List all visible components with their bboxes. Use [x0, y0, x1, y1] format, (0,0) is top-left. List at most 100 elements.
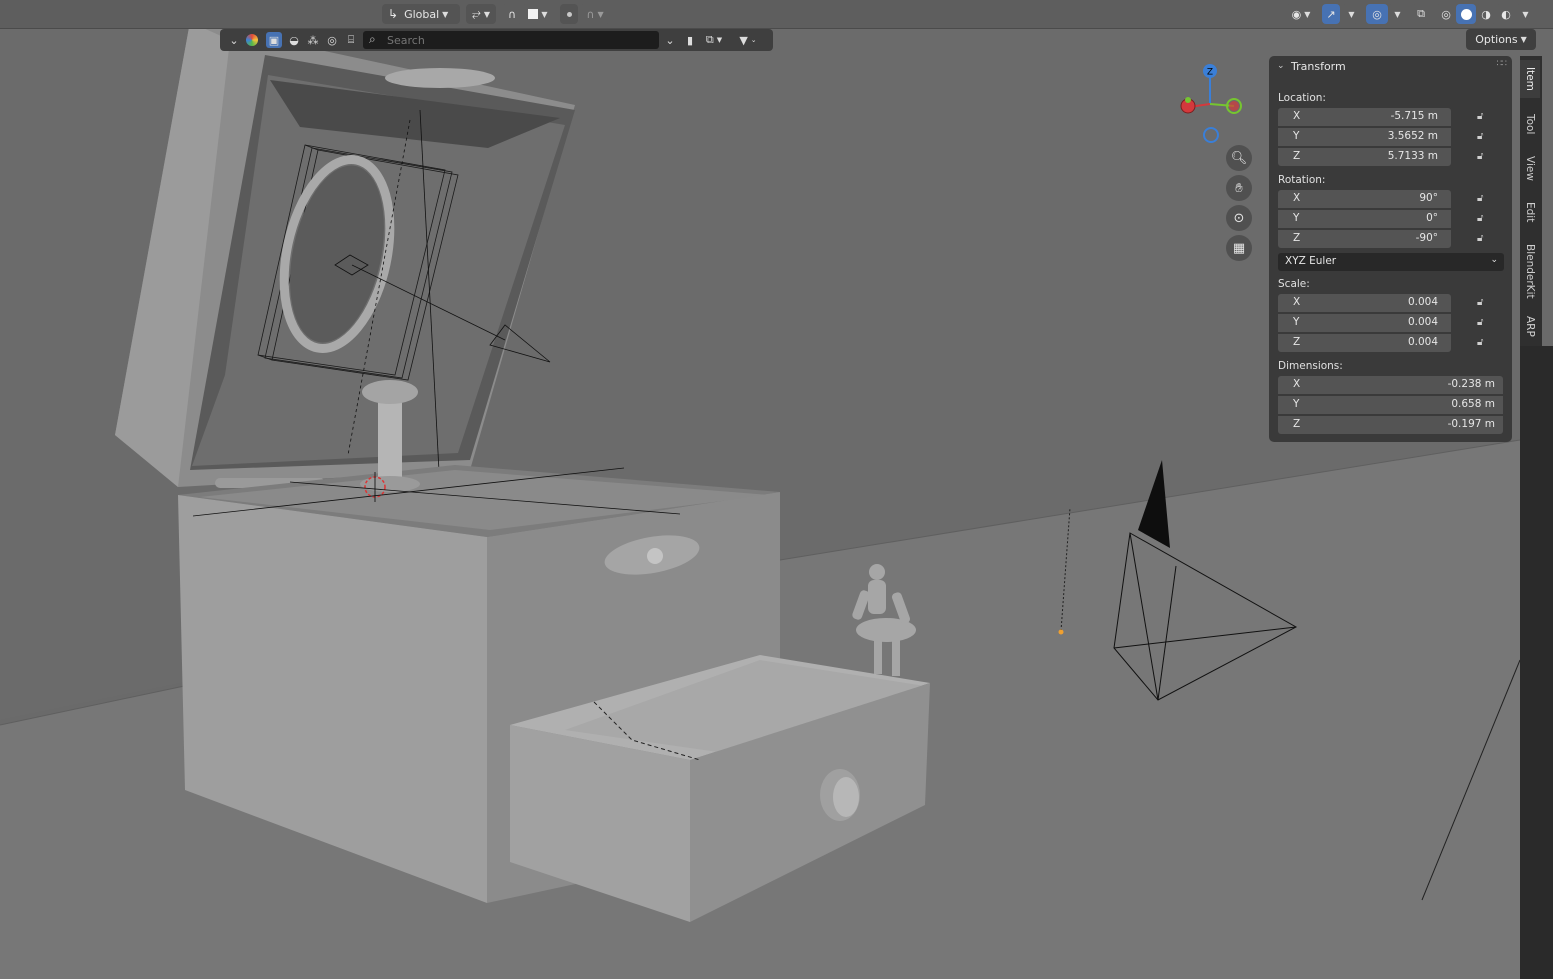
- drag-handle-icon[interactable]: ∷∷: [1497, 59, 1508, 69]
- location-x-field[interactable]: X -5.715 m: [1278, 108, 1451, 126]
- chevron-down-icon: ▼: [1304, 9, 1311, 19]
- field-value: 0.658 m: [1451, 398, 1495, 410]
- search-input[interactable]: [387, 31, 647, 49]
- overlays-dropdown[interactable]: ▼: [1388, 4, 1404, 24]
- search-field[interactable]: ⌕: [363, 31, 659, 49]
- orientation-axes-icon: ↳: [388, 7, 399, 21]
- gizmo-neg-z-ball[interactable]: [1203, 127, 1219, 143]
- scene-filter-icon[interactable]: ⌸: [343, 32, 359, 48]
- dimensions-label: Dimensions:: [1278, 360, 1343, 372]
- options-label: Options: [1475, 33, 1518, 46]
- tab-edit[interactable]: Edit: [1520, 192, 1540, 232]
- scale-y-field[interactable]: Y 0.004: [1278, 314, 1451, 332]
- drawer-knob-face: [833, 777, 859, 817]
- transform-orientation-dropdown[interactable]: ↳ Global ▼: [382, 4, 460, 24]
- perspective-grid-icon[interactable]: ▦: [1226, 235, 1252, 261]
- color-sphere-icon[interactable]: [244, 32, 260, 48]
- visibility-dropdown[interactable]: ◉ ▼: [1286, 4, 1316, 24]
- lock-icon[interactable]: 🔓︎: [1477, 317, 1491, 331]
- search-icon: ⌕: [369, 32, 376, 46]
- chevron-down-icon: ▼: [597, 9, 604, 19]
- snap-toggle[interactable]: ∩: [502, 4, 522, 24]
- axis-label: X: [1293, 192, 1301, 204]
- world-filter-icon[interactable]: ◎: [324, 32, 340, 48]
- location-y-field[interactable]: Y 3.5652 m: [1278, 128, 1451, 146]
- xray-icon: ⧉: [1417, 7, 1425, 20]
- lock-icon[interactable]: 🔓︎: [1477, 111, 1491, 125]
- lock-icon[interactable]: 🔓︎: [1477, 131, 1491, 145]
- location-z-field[interactable]: Z 5.7133 m: [1278, 148, 1451, 166]
- spindle-top: [362, 380, 418, 404]
- scale-z-field[interactable]: Z 0.004: [1278, 334, 1451, 352]
- axis-label: Y: [1293, 398, 1300, 410]
- rotation-mode-value: XYZ Euler: [1285, 255, 1337, 267]
- eye-icon: ◉: [1291, 7, 1302, 21]
- dimensions-x-field[interactable]: X -0.238 m: [1278, 376, 1503, 394]
- material-shading-button[interactable]: ◑: [1476, 4, 1496, 24]
- lock-icon[interactable]: 🔓︎: [1477, 337, 1491, 351]
- axis-label: Z: [1293, 232, 1301, 244]
- wireframe-shading-button[interactable]: ◎: [1436, 4, 1456, 24]
- axis-label: Z: [1293, 418, 1301, 430]
- field-value: -5.715 m: [1390, 110, 1438, 122]
- dimensions-y-field[interactable]: Y 0.658 m: [1278, 396, 1503, 414]
- tab-blenderkit[interactable]: BlenderKit: [1520, 236, 1540, 306]
- zoom-icon[interactable]: 🔍︎: [1226, 145, 1252, 171]
- spindle: [378, 395, 402, 480]
- light-origin[interactable]: [1058, 629, 1064, 635]
- particles-filter-icon[interactable]: ⁂: [305, 32, 321, 48]
- options-button[interactable]: Options ▼: [1466, 29, 1536, 50]
- proportional-editing-toggle[interactable]: [560, 4, 578, 24]
- field-value: 3.5652 m: [1387, 130, 1438, 142]
- lock-icon[interactable]: 🔓︎: [1477, 233, 1491, 247]
- camera-view-icon[interactable]: ⊙: [1226, 205, 1252, 231]
- lock-icon[interactable]: 🔓︎: [1477, 151, 1491, 165]
- chevron-down-icon: ▼: [1394, 9, 1401, 19]
- navigation-gizmo[interactable]: Z: [1176, 60, 1244, 144]
- location-label: Location:: [1278, 92, 1326, 104]
- tab-item[interactable]: Item: [1520, 60, 1540, 98]
- solid-shading-button[interactable]: [1456, 4, 1476, 24]
- snap-target-dropdown[interactable]: ▼: [522, 4, 554, 24]
- bookmark-icon[interactable]: ▮: [682, 32, 698, 48]
- dimensions-z-field[interactable]: Z -0.197 m: [1278, 416, 1503, 434]
- chevron-down-icon: ▼: [1348, 9, 1355, 19]
- shading-dropdown[interactable]: ▼: [1516, 4, 1532, 24]
- tab-arp[interactable]: ARP: [1520, 310, 1540, 342]
- field-value: 0°: [1426, 212, 1438, 224]
- tab-tool[interactable]: Tool: [1520, 104, 1540, 144]
- filter-icon[interactable]: ▼ ⌄: [734, 32, 762, 48]
- lock-icon[interactable]: 🔓︎: [1477, 297, 1491, 311]
- axis-label: Y: [1293, 130, 1300, 142]
- chevron-down-icon: ▼: [1520, 35, 1527, 44]
- lock-icon[interactable]: 🔓︎: [1477, 213, 1491, 227]
- lock-icon[interactable]: 🔓︎: [1477, 193, 1491, 207]
- material-filter-icon[interactable]: ◒: [286, 32, 302, 48]
- overlays-toggle[interactable]: ◎: [1366, 4, 1388, 24]
- collapse-chevron-icon[interactable]: ⌄: [1277, 61, 1285, 71]
- xray-toggle[interactable]: ⧉: [1412, 4, 1430, 24]
- select-box-icon[interactable]: ▣: [266, 32, 282, 48]
- rotation-mode-select[interactable]: XYZ Euler ⌄: [1278, 253, 1504, 271]
- gizmo-arrows-icon: ↗: [1326, 7, 1336, 21]
- scale-x-field[interactable]: X 0.004: [1278, 294, 1451, 312]
- tab-view[interactable]: View: [1520, 148, 1540, 188]
- layout-icon[interactable]: ⧉ ▼: [702, 32, 726, 48]
- pivot-point-dropdown[interactable]: ⥂ ▼: [466, 4, 496, 24]
- pan-hand-icon[interactable]: ✋︎: [1226, 175, 1252, 201]
- rendered-shading-button[interactable]: ◐: [1496, 4, 1516, 24]
- falloff-dropdown[interactable]: ∩ ▼: [580, 4, 610, 24]
- chevron-down-icon[interactable]: ⌄: [226, 32, 242, 48]
- field-value: -90°: [1415, 232, 1438, 244]
- gizmo-dropdown[interactable]: ▼: [1342, 4, 1358, 24]
- panel-title: Transform: [1291, 60, 1346, 73]
- field-value: 0.004: [1407, 336, 1438, 348]
- rotation-x-field[interactable]: X 90°: [1278, 190, 1451, 208]
- field-value: -0.197 m: [1447, 418, 1495, 430]
- sidebar-tabs: Item Tool View Edit BlenderKit ARP: [1520, 56, 1542, 346]
- gizmo-toggle[interactable]: ↗: [1322, 4, 1340, 24]
- search-dropdown-icon[interactable]: ⌄: [662, 32, 678, 48]
- rotation-z-field[interactable]: Z -90°: [1278, 230, 1451, 248]
- gizmo-neg-y-dot: [1185, 97, 1191, 103]
- rotation-y-field[interactable]: Y 0°: [1278, 210, 1451, 228]
